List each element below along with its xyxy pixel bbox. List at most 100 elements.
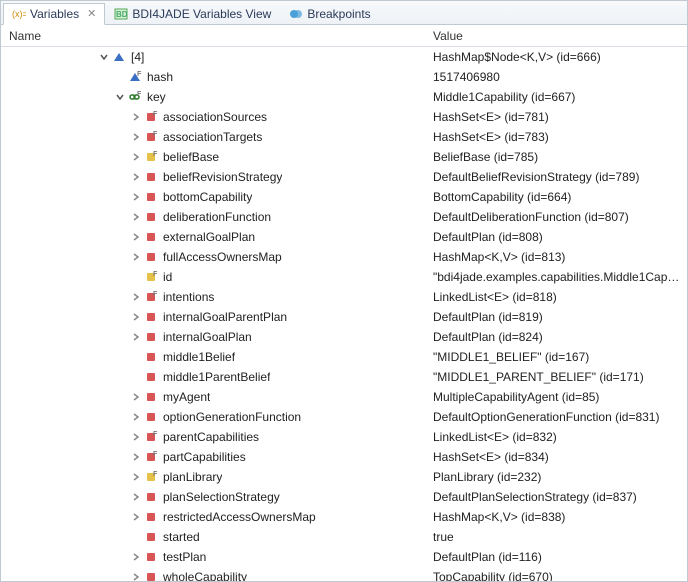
chevron-right-icon[interactable] [129, 570, 143, 581]
variable-value: DefaultPlan (id=824) [433, 330, 687, 344]
chevron-right-icon[interactable] [129, 190, 143, 204]
triangle-blue-f-icon: F [127, 69, 143, 85]
column-header-value[interactable]: Value [433, 29, 687, 43]
variable-row[interactable]: Fid"bdi4jade.examples.capabilities.Middl… [1, 267, 687, 287]
variable-name: planSelectionStrategy [163, 490, 280, 504]
variable-row[interactable]: wholeCapabilityTopCapability (id=670) [1, 567, 687, 581]
field-red-icon [143, 389, 159, 405]
variable-row[interactable]: testPlanDefaultPlan (id=116) [1, 547, 687, 567]
variable-row[interactable]: startedtrue [1, 527, 687, 547]
chevron-right-icon[interactable] [129, 430, 143, 444]
variable-name: planLibrary [163, 470, 222, 484]
variable-row[interactable]: FintentionsLinkedList<E> (id=818) [1, 287, 687, 307]
variable-value: HashSet<E> (id=834) [433, 450, 687, 464]
variable-row[interactable]: bottomCapabilityBottomCapability (id=664… [1, 187, 687, 207]
variable-value: BottomCapability (id=664) [433, 190, 687, 204]
variable-name: internalGoalParentPlan [163, 310, 287, 324]
field-red-icon [143, 549, 159, 565]
chevron-right-icon[interactable] [129, 150, 143, 164]
chevron-right-icon[interactable] [129, 510, 143, 524]
chevron-right-icon[interactable] [129, 550, 143, 564]
variable-row[interactable]: Fkey Middle1Capability (id=667) [1, 87, 687, 107]
variable-row[interactable]: deliberationFunctionDefaultDeliberationF… [1, 207, 687, 227]
variable-row[interactable]: restrictedAccessOwnersMap HashMap<K,V> (i… [1, 507, 687, 527]
svg-text:F: F [153, 111, 158, 118]
chevron-down-icon[interactable] [113, 90, 127, 104]
field-red-icon [143, 569, 159, 581]
chevron-right-icon[interactable] [129, 250, 143, 264]
variable-row[interactable]: FpartCapabilities HashSet<E> (id=834) [1, 447, 687, 467]
variable-name: hash [147, 70, 173, 84]
variable-value: MultipleCapabilityAgent (id=85) [433, 390, 687, 404]
field-red-icon [143, 349, 159, 365]
field-red-icon [143, 169, 159, 185]
field-red-icon [143, 369, 159, 385]
variable-row[interactable]: internalGoalParentPlanDefaultPlan (id=81… [1, 307, 687, 327]
chevron-right-icon[interactable] [129, 170, 143, 184]
variable-row[interactable]: beliefRevisionStrategyDefaultBeliefRevis… [1, 167, 687, 187]
variable-name: middle1ParentBelief [163, 370, 270, 384]
tab-bdi4jade[interactable]: BDI BDI4JADE Variables View [105, 3, 280, 25]
variable-name: key [147, 90, 166, 104]
variable-row[interactable]: Fhash1517406980 [1, 67, 687, 87]
variable-row[interactable]: FassociationSourcesHashSet<E> (id=781) [1, 107, 687, 127]
variable-value: LinkedList<E> (id=818) [433, 290, 687, 304]
variable-row[interactable]: optionGenerationFunctionDefaultOptionGen… [1, 407, 687, 427]
variable-row[interactable]: FbeliefBaseBeliefBase (id=785) [1, 147, 687, 167]
svg-text:F: F [153, 291, 158, 298]
close-icon[interactable]: ✕ [87, 7, 96, 20]
chevron-right-icon[interactable] [129, 470, 143, 484]
svg-text:F: F [153, 271, 158, 278]
variable-name: fullAccessOwnersMap [163, 250, 282, 264]
chevron-right-icon[interactable] [129, 490, 143, 504]
field-red-f-icon: F [143, 429, 159, 445]
chevron-right-icon[interactable] [129, 110, 143, 124]
svg-text:F: F [153, 451, 158, 458]
variable-value: DefaultPlan (id=808) [433, 230, 687, 244]
chevron-right-icon[interactable] [129, 330, 143, 344]
variable-value: Middle1Capability (id=667) [433, 90, 687, 104]
variable-row[interactable]: [4]HashMap$Node<K,V> (id=666) [1, 47, 687, 67]
chevron-right-icon[interactable] [129, 210, 143, 224]
field-yellow-f-icon: F [143, 269, 159, 285]
chevron-right-icon[interactable] [129, 130, 143, 144]
chevron-right-icon[interactable] [129, 390, 143, 404]
variable-value: HashMap<K,V> (id=838) [433, 510, 687, 524]
chevron-right-icon[interactable] [129, 450, 143, 464]
variable-name: partCapabilities [163, 450, 246, 464]
chevron-right-icon[interactable] [129, 410, 143, 424]
tab-label: Breakpoints [307, 7, 370, 21]
column-header-name[interactable]: Name [1, 29, 433, 43]
variable-name: associationSources [163, 110, 267, 124]
variable-name: restrictedAccessOwnersMap [163, 510, 316, 524]
variable-row[interactable]: FparentCapabilitiesLinkedList<E> (id=832… [1, 427, 687, 447]
field-red-icon [143, 229, 159, 245]
chevron-right-icon[interactable] [129, 310, 143, 324]
variable-name: deliberationFunction [163, 210, 271, 224]
bdi4jade-icon: BDI [114, 7, 128, 21]
variable-name: testPlan [163, 550, 206, 564]
variable-row[interactable]: middle1Belief"MIDDLE1_BELIEF" (id=167) [1, 347, 687, 367]
variables-tree[interactable]: [4]HashMap$Node<K,V> (id=666)Fhash151740… [1, 47, 687, 581]
variable-row[interactable]: planSelectionStrategyDefaultPlanSelectio… [1, 487, 687, 507]
variable-row[interactable]: FassociationTargetsHashSet<E> (id=783) [1, 127, 687, 147]
svg-text:F: F [137, 91, 142, 98]
field-red-icon [143, 529, 159, 545]
tab-variables[interactable]: (x)= Variables ✕ [3, 3, 105, 25]
variable-row[interactable]: internalGoalPlanDefaultPlan (id=824) [1, 327, 687, 347]
variable-row[interactable]: fullAccessOwnersMapHashMap<K,V> (id=813) [1, 247, 687, 267]
variable-name: beliefRevisionStrategy [163, 170, 282, 184]
chevron-down-icon[interactable] [97, 50, 111, 64]
svg-text:F: F [137, 71, 142, 78]
variable-row[interactable]: middle1ParentBelief"MIDDLE1_PARENT_BELIE… [1, 367, 687, 387]
variable-name: associationTargets [163, 130, 262, 144]
variable-row[interactable]: FplanLibraryPlanLibrary (id=232) [1, 467, 687, 487]
field-red-icon [143, 329, 159, 345]
chevron-right-icon[interactable] [129, 290, 143, 304]
variable-row[interactable]: externalGoalPlanDefaultPlan (id=808) [1, 227, 687, 247]
chevron-right-icon[interactable] [129, 230, 143, 244]
breakpoints-icon [289, 7, 303, 21]
variable-row[interactable]: myAgentMultipleCapabilityAgent (id=85) [1, 387, 687, 407]
variable-value: PlanLibrary (id=232) [433, 470, 687, 484]
tab-breakpoints[interactable]: Breakpoints [280, 3, 379, 25]
